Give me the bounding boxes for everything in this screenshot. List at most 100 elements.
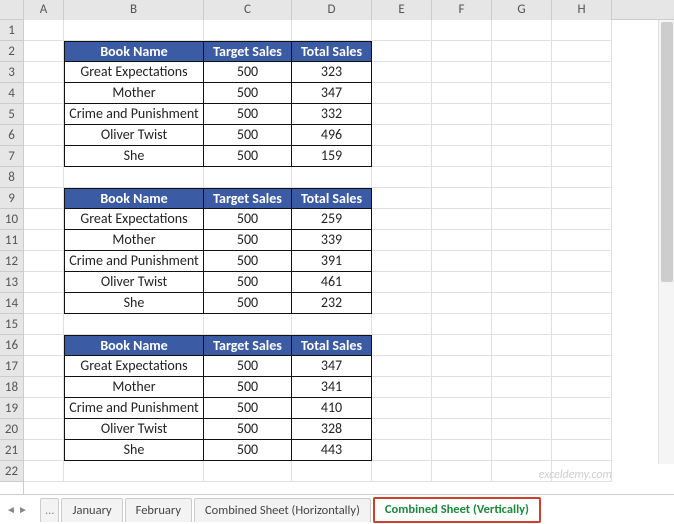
spreadsheet-grid: A B C D E F G H 1 2 3 4 5 6 7 8 9 10 11 … [0, 0, 674, 494]
sheet-tab-strip: ◄ ► ... January February Combined Sheet … [0, 494, 674, 524]
table-header[interactable]: Total Sales [292, 335, 372, 356]
col-header-D[interactable]: D [292, 0, 372, 20]
row-header[interactable]: 20 [0, 419, 23, 440]
row-header[interactable]: 13 [0, 272, 23, 293]
row-header[interactable]: 9 [0, 188, 23, 209]
select-all-corner[interactable] [0, 0, 24, 20]
cell-target[interactable]: 500 [204, 62, 292, 83]
col-header-G[interactable]: G [492, 0, 552, 20]
cell-total[interactable]: 332 [292, 104, 372, 125]
row-header[interactable]: 14 [0, 293, 23, 314]
row-header[interactable]: 18 [0, 377, 23, 398]
table-header[interactable]: Total Sales [292, 188, 372, 209]
row-header[interactable]: 11 [0, 230, 23, 251]
vertical-scrollbar[interactable] [658, 20, 674, 464]
tab-combined-horizontal[interactable]: Combined Sheet (Horizontally) [194, 498, 371, 522]
cell-book[interactable]: Mother [64, 230, 204, 251]
cell-total[interactable]: 443 [292, 440, 372, 461]
row-header[interactable]: 1 [0, 20, 23, 41]
cell-total[interactable]: 391 [292, 251, 372, 272]
column-headers: A B C D E F G H [0, 0, 674, 20]
cell-total[interactable]: 461 [292, 272, 372, 293]
row-headers: 1 2 3 4 5 6 7 8 9 10 11 12 13 14 15 16 1… [0, 20, 24, 494]
table-header[interactable]: Target Sales [204, 188, 292, 209]
col-header-H[interactable]: H [552, 0, 612, 20]
row-header[interactable]: 3 [0, 62, 23, 83]
cell-total[interactable]: 410 [292, 398, 372, 419]
cell-book[interactable]: Oliver Twist [64, 125, 204, 146]
col-header-E[interactable]: E [372, 0, 432, 20]
cell-target[interactable]: 500 [204, 293, 292, 314]
tab-nav-prev-icon[interactable]: ◄ [6, 503, 16, 517]
cell-total[interactable]: 339 [292, 230, 372, 251]
cell-target[interactable]: 500 [204, 398, 292, 419]
table-header[interactable]: Target Sales [204, 335, 292, 356]
col-header-C[interactable]: C [204, 0, 292, 20]
cell-book[interactable]: Crime and Punishment [64, 104, 204, 125]
cell-book[interactable]: Great Expectations [64, 209, 204, 230]
cell-book[interactable]: Mother [64, 377, 204, 398]
cell-total[interactable]: 328 [292, 419, 372, 440]
row-header[interactable]: 8 [0, 167, 23, 188]
row-header[interactable]: 12 [0, 251, 23, 272]
cell-book[interactable]: Oliver Twist [64, 419, 204, 440]
row-header[interactable]: 10 [0, 209, 23, 230]
cell-book[interactable]: Great Expectations [64, 62, 204, 83]
row-header[interactable]: 22 [0, 461, 23, 482]
cell-target[interactable]: 500 [204, 272, 292, 293]
cell-target[interactable]: 500 [204, 125, 292, 146]
tab-nav-next-icon[interactable]: ► [18, 503, 28, 517]
cell-total[interactable]: 341 [292, 377, 372, 398]
row-header[interactable]: 15 [0, 314, 23, 335]
cell-total[interactable]: 323 [292, 62, 372, 83]
col-header-F[interactable]: F [432, 0, 492, 20]
tab-combined-vertical[interactable]: Combined Sheet (Vertically) [373, 497, 541, 523]
col-header-A[interactable]: A [24, 0, 64, 20]
cell-target[interactable]: 500 [204, 83, 292, 104]
cell-target[interactable]: 500 [204, 440, 292, 461]
cell-total[interactable]: 496 [292, 125, 372, 146]
cell-total[interactable]: 347 [292, 356, 372, 377]
col-header-B[interactable]: B [64, 0, 204, 20]
cell-target[interactable]: 500 [204, 377, 292, 398]
table-header[interactable]: Total Sales [292, 41, 372, 62]
cell-target[interactable]: 500 [204, 230, 292, 251]
row-header[interactable]: 19 [0, 398, 23, 419]
cell-book[interactable]: Crime and Punishment [64, 398, 204, 419]
row-header[interactable]: 7 [0, 146, 23, 167]
row-header[interactable]: 17 [0, 356, 23, 377]
cell-target[interactable]: 500 [204, 104, 292, 125]
cell-book[interactable]: Crime and Punishment [64, 251, 204, 272]
cell-book[interactable]: Oliver Twist [64, 272, 204, 293]
cell-book[interactable]: She [64, 293, 204, 314]
scrollbar-thumb[interactable] [661, 22, 673, 282]
table-header[interactable]: Book Name [64, 188, 204, 209]
cell-target[interactable]: 500 [204, 419, 292, 440]
row-header[interactable]: 21 [0, 440, 23, 461]
cell-book[interactable]: Mother [64, 83, 204, 104]
cell-target[interactable]: 500 [204, 209, 292, 230]
watermark: exceldemy.com [539, 468, 612, 482]
cell-book[interactable]: She [64, 146, 204, 167]
cell-total[interactable]: 232 [292, 293, 372, 314]
cell-total[interactable]: 259 [292, 209, 372, 230]
row-header[interactable]: 16 [0, 335, 23, 356]
cell-target[interactable]: 500 [204, 356, 292, 377]
table-header[interactable]: Book Name [64, 41, 204, 62]
cell-target[interactable]: 500 [204, 251, 292, 272]
table-header[interactable]: Book Name [64, 335, 204, 356]
cell-total[interactable]: 159 [292, 146, 372, 167]
tab-january[interactable]: January [61, 498, 122, 522]
row-header[interactable]: 4 [0, 83, 23, 104]
cells-area[interactable]: Book Name Target Sales Total Sales Great… [24, 20, 674, 494]
row-header[interactable]: 6 [0, 125, 23, 146]
cell-target[interactable]: 500 [204, 146, 292, 167]
cell-book[interactable]: She [64, 440, 204, 461]
row-header[interactable]: 5 [0, 104, 23, 125]
cell-book[interactable]: Great Expectations [64, 356, 204, 377]
table-header[interactable]: Target Sales [204, 41, 292, 62]
cell-total[interactable]: 347 [292, 83, 372, 104]
tab-ellipsis[interactable]: ... [40, 498, 59, 522]
tab-february[interactable]: February [125, 498, 192, 522]
row-header[interactable]: 2 [0, 41, 23, 62]
